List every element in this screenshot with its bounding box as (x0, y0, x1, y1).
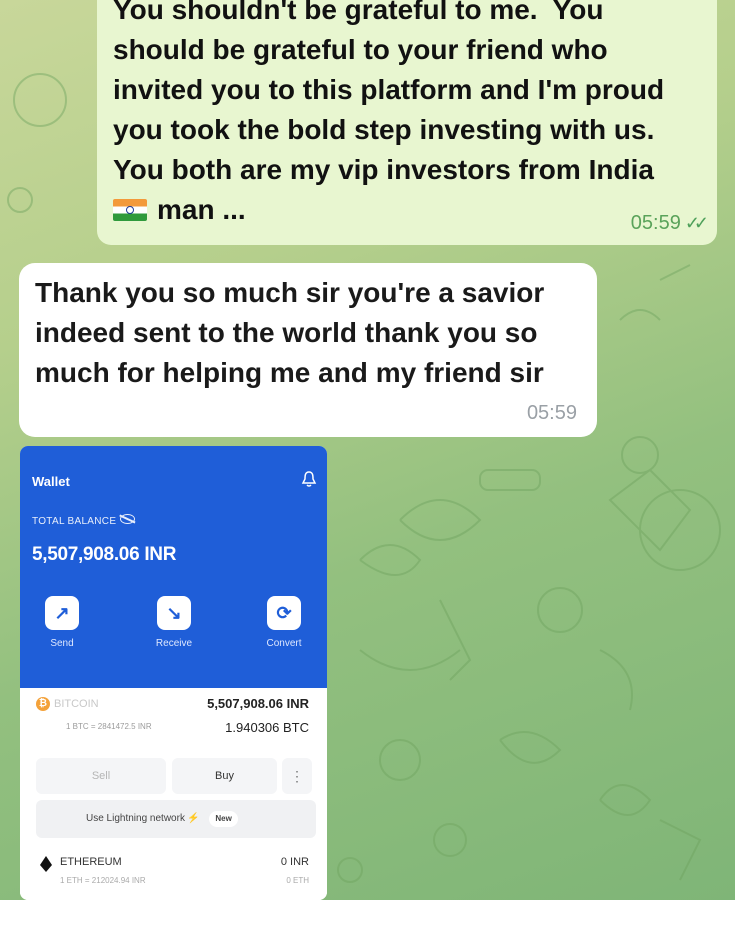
convert-button[interactable]: ⟳ Convert (254, 596, 314, 649)
bitcoin-amount: 1.940306 BTC (225, 720, 309, 735)
send-label: Send (50, 638, 74, 649)
ethereum-row[interactable]: ETHEREUM 1 ETH = 212024.94 INR 0 INR 0 E… (20, 848, 327, 900)
ethereum-inr-value: 0 INR (280, 856, 309, 868)
incoming-message-text: Thank you so much sir you're a savior in… (35, 273, 581, 393)
bitcoin-inr-value: 5,507,908.06 INR (207, 696, 309, 711)
ethereum-amount: 0 ETH (286, 876, 309, 885)
total-balance-text: TOTAL BALANCE (32, 516, 117, 527)
send-button[interactable]: ↗ Send (32, 596, 92, 649)
total-balance-label: TOTAL BALANCE (32, 514, 136, 527)
incoming-line-3: much for helping me and my friend sir (35, 357, 544, 388)
bitcoin-row[interactable]: ₿ BITCOIN 1 BTC = 2841472.5 INR 5,507,90… (20, 688, 327, 748)
receive-button[interactable]: ↘ Receive (144, 596, 204, 649)
incoming-timestamp: 05:59 (526, 402, 577, 424)
hide-balance-icon[interactable] (120, 514, 136, 524)
outgoing-message-text: You shouldn't be grateful to me. You sho… (113, 0, 697, 230)
outgoing-line-2: should be grateful to your friend who (113, 34, 608, 65)
lightning-label: Use Lightning network (86, 813, 185, 824)
arrow-up-right-icon: ↗ (45, 596, 79, 630)
wallet-assets: ₿ BITCOIN 1 BTC = 2841472.5 INR 5,507,90… (20, 688, 327, 900)
wallet-title: Wallet (32, 474, 70, 489)
ethereum-name: ETHEREUM (60, 856, 122, 868)
india-flag-icon (113, 199, 147, 221)
outgoing-timestamp: 05:59 ✓✓ (630, 212, 709, 235)
convert-label: Convert (266, 638, 302, 649)
outgoing-line-1: You shouldn't be grateful to me. You (113, 0, 604, 25)
total-balance-value: 5,507,908.06 INR (32, 544, 177, 565)
receive-label: Receive (155, 638, 193, 649)
bitcoin-rate: 1 BTC = 2841472.5 INR (66, 722, 152, 731)
incoming-line-1: Thank you so much sir you're a savior (35, 277, 545, 308)
sell-button[interactable]: Sell (36, 758, 166, 794)
ethereum-rate: 1 ETH = 212024.94 INR (60, 876, 146, 885)
outgoing-line-6: man ... (157, 194, 246, 225)
bitcoin-name: BITCOIN (54, 698, 99, 710)
incoming-message-bubble: Thank you so much sir you're a savior in… (19, 263, 597, 437)
wallet-header: Wallet TOTAL BALANCE 5,507,908.06 INR ↗ … (20, 446, 327, 688)
bell-icon[interactable] (301, 470, 317, 488)
outgoing-line-5: You both are my vip investors from India (113, 154, 654, 185)
outgoing-time-text: 05:59 (630, 212, 681, 234)
more-options-button[interactable]: ⋮ (282, 758, 312, 794)
lightning-bolt-icon: ⚡ (186, 813, 200, 824)
outgoing-line-4: you took the bold step investing with us… (113, 114, 655, 145)
wallet-screenshot: Wallet TOTAL BALANCE 5,507,908.06 INR ↗ … (20, 446, 327, 900)
bitcoin-icon: ₿ (36, 697, 50, 711)
outgoing-line-3: invited you to this platform and I'm pro… (113, 74, 665, 105)
ethereum-icon (40, 856, 52, 872)
convert-icon: ⟳ (267, 596, 301, 630)
double-check-icon: ✓✓ (684, 213, 709, 233)
incoming-line-2: indeed sent to the world thank you so (35, 317, 538, 348)
lightning-network-banner[interactable]: Use Lightning network ⚡ New (36, 800, 316, 838)
new-badge: New (209, 811, 238, 827)
outgoing-message-bubble: You shouldn't be grateful to me. You sho… (97, 0, 717, 245)
buy-button[interactable]: Buy (172, 758, 277, 794)
arrow-down-right-icon: ↘ (157, 596, 191, 630)
